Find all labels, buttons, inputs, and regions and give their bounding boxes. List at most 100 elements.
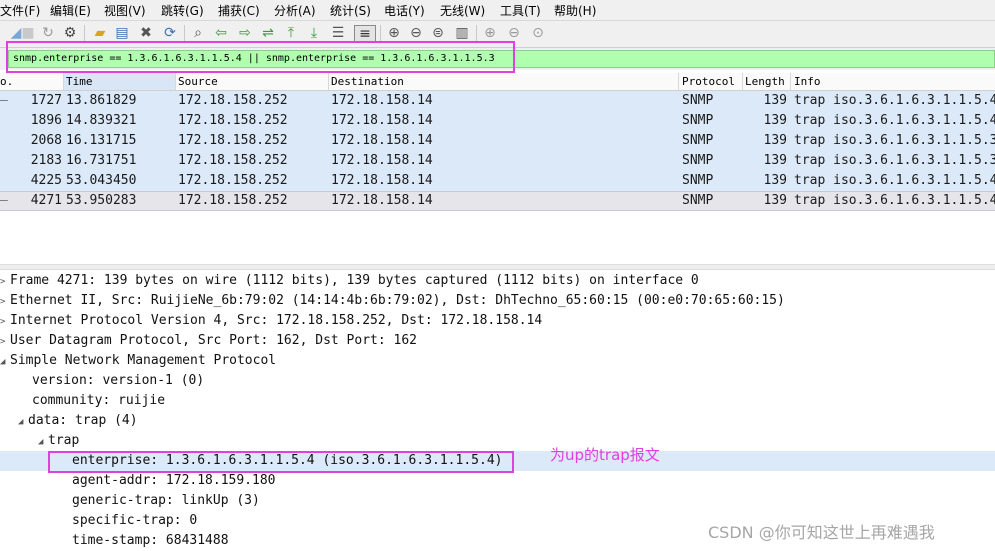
expand-subtrees-icon[interactable]: ⊕ (482, 25, 498, 41)
forward-arrow-icon[interactable]: ⇨ (237, 25, 253, 41)
packet-row[interactable]: — 1727 13.861829 172.18.158.252 172.18.1… (0, 91, 995, 111)
detail-snmp-community[interactable]: community: ruijie (22, 391, 165, 411)
packet-info: trap iso.3.6.1.6.3.1.1.5.4 (794, 113, 995, 128)
packet-source: 172.18.158.252 (178, 93, 288, 108)
column-header-protocol[interactable]: Protocol (682, 75, 735, 88)
expand-arrow-icon[interactable]: > (0, 312, 10, 332)
autoscroll-icon[interactable]: ☰ (330, 25, 346, 41)
column-divider[interactable] (175, 73, 176, 90)
menu-analyze[interactable]: 分析(A) (274, 2, 316, 19)
detail-text: time-stamp: 68431488 (72, 533, 229, 548)
detail-snmp[interactable]: ◢ Simple Network Management Protocol (0, 351, 276, 371)
find-icon[interactable]: ⌕ (190, 25, 206, 41)
packet-info: trap iso.3.6.1.6.3.1.1.5.3 (794, 153, 995, 168)
column-divider[interactable] (328, 73, 329, 90)
packet-destination: 172.18.158.14 (331, 93, 433, 108)
detail-text: Frame 4271: 139 bytes on wire (1112 bits… (10, 273, 699, 288)
menu-go[interactable]: 跳转(G) (161, 2, 204, 19)
detail-text: community: ruijie (32, 393, 166, 408)
menu-help[interactable]: 帮助(H) (554, 2, 596, 19)
menu-file[interactable]: 文件(F) (0, 2, 40, 19)
row-marker: — (0, 93, 8, 108)
menu-capture[interactable]: 捕获(C) (218, 2, 260, 19)
menu-edit[interactable]: 编辑(E) (50, 2, 91, 19)
close-file-icon[interactable]: ✖ (138, 25, 154, 41)
packet-length: 139 (763, 193, 787, 208)
detail-agent-addr[interactable]: agent-addr: 172.18.159.180 (62, 471, 276, 491)
column-header-length[interactable]: Length (745, 75, 785, 88)
detail-frame[interactable]: > Frame 4271: 139 bytes on wire (1112 bit… (0, 271, 699, 291)
detail-text: data: trap (4) (28, 413, 138, 428)
packet-length: 139 (763, 133, 787, 148)
detail-time-stamp[interactable]: time-stamp: 68431488 (62, 531, 229, 551)
resize-columns-icon[interactable]: ▥ (454, 25, 470, 41)
stop-icon[interactable]: ■ (20, 25, 36, 41)
expand-all-icon[interactable]: ⊙ (530, 25, 546, 41)
packet-list-header: o. Time Source Destination Protocol Leng… (0, 73, 995, 91)
row-marker: — (0, 193, 8, 208)
last-packet-icon[interactable]: ⤓ (306, 25, 322, 41)
packet-protocol: SNMP (682, 173, 714, 188)
restart-icon[interactable]: ↻ (40, 25, 56, 41)
menu-tools[interactable]: 工具(T) (500, 2, 541, 19)
column-divider[interactable] (678, 73, 679, 90)
zoom-in-icon[interactable]: ⊕ (386, 25, 402, 41)
collapse-arrow-icon[interactable]: ◢ (18, 412, 28, 432)
annotation-label: 为up的trap报文 (550, 446, 660, 464)
first-packet-icon[interactable]: ⤒ (283, 25, 299, 41)
packet-source: 172.18.158.252 (178, 173, 288, 188)
menu-statistics[interactable]: 统计(S) (330, 2, 371, 19)
column-header-destination[interactable]: Destination (331, 75, 404, 88)
packet-time: 16.731751 (66, 153, 137, 168)
collapse-arrow-icon[interactable]: ◢ (0, 352, 10, 372)
expand-arrow-icon[interactable]: > (0, 272, 10, 292)
column-divider[interactable] (790, 73, 791, 90)
column-header-time[interactable]: Time (64, 73, 175, 90)
detail-ethernet[interactable]: > Ethernet II, Src: RuijieNe_6b:79:02 (14… (0, 291, 785, 311)
packet-time: 13.861829 (66, 93, 137, 108)
packet-list-empty-space (0, 211, 995, 264)
open-folder-icon[interactable]: ▰ (92, 25, 108, 41)
reload-icon[interactable]: ⟳ (162, 25, 178, 41)
detail-ipv4[interactable]: > Internet Protocol Version 4, Src: 172.1… (0, 311, 542, 331)
detail-text: trap (48, 433, 80, 448)
packet-row-selected[interactable]: — 4271 53.950283 172.18.158.252 172.18.1… (0, 191, 995, 211)
back-arrow-icon[interactable]: ⇦ (213, 25, 229, 41)
menu-view[interactable]: 视图(V) (104, 2, 146, 19)
column-header-info[interactable]: Info (794, 75, 821, 88)
packet-length: 139 (763, 113, 787, 128)
packet-info: trap iso.3.6.1.6.3.1.1.5.4 (794, 93, 995, 108)
packet-no: 1727 (30, 93, 62, 108)
expand-arrow-icon[interactable]: > (0, 292, 10, 312)
menu-wireless[interactable]: 无线(W) (440, 2, 485, 19)
packet-no: 2068 (30, 133, 62, 148)
detail-generic-trap[interactable]: generic-trap: linkUp (3) (62, 491, 260, 511)
collapse-arrow-icon[interactable]: ◢ (38, 432, 48, 452)
filter-highlight-box (6, 41, 515, 73)
packet-no: 4225 (30, 173, 62, 188)
save-file-icon[interactable]: ▤ (114, 25, 130, 41)
packet-row[interactable]: 1896 14.839321 172.18.158.252 172.18.158… (0, 111, 995, 131)
goto-packet-icon[interactable]: ⇌ (260, 25, 276, 41)
packet-source: 172.18.158.252 (178, 133, 288, 148)
packet-row[interactable]: 2068 16.131715 172.18.158.252 172.18.158… (0, 131, 995, 151)
detail-udp[interactable]: > User Datagram Protocol, Src Port: 162, … (0, 331, 417, 351)
packet-row[interactable]: 4225 53.043450 172.18.158.252 172.18.158… (0, 171, 995, 191)
expand-arrow-icon[interactable]: > (0, 332, 10, 352)
packet-source: 172.18.158.252 (178, 153, 288, 168)
column-header-no[interactable]: o. (0, 75, 13, 88)
zoom-out-icon[interactable]: ⊖ (408, 25, 424, 41)
detail-specific-trap[interactable]: specific-trap: 0 (62, 511, 197, 531)
column-header-source[interactable]: Source (178, 75, 218, 88)
column-divider[interactable] (742, 73, 743, 90)
zoom-normal-icon[interactable]: ⊜ (430, 25, 446, 41)
detail-snmp-data[interactable]: ◢ data: trap (4) (18, 411, 138, 431)
options-gear-icon[interactable]: ⚙ (62, 25, 78, 41)
detail-snmp-version[interactable]: version: version-1 (0) (22, 371, 204, 391)
detail-snmp-trap[interactable]: ◢ trap (38, 431, 79, 451)
packet-info: trap iso.3.6.1.6.3.1.1.5.4 (794, 173, 995, 188)
packet-time: 16.131715 (66, 133, 137, 148)
packet-row[interactable]: 2183 16.731751 172.18.158.252 172.18.158… (0, 151, 995, 171)
menu-telephony[interactable]: 电话(Y) (384, 2, 425, 19)
collapse-all-icon[interactable]: ⊖ (506, 25, 522, 41)
